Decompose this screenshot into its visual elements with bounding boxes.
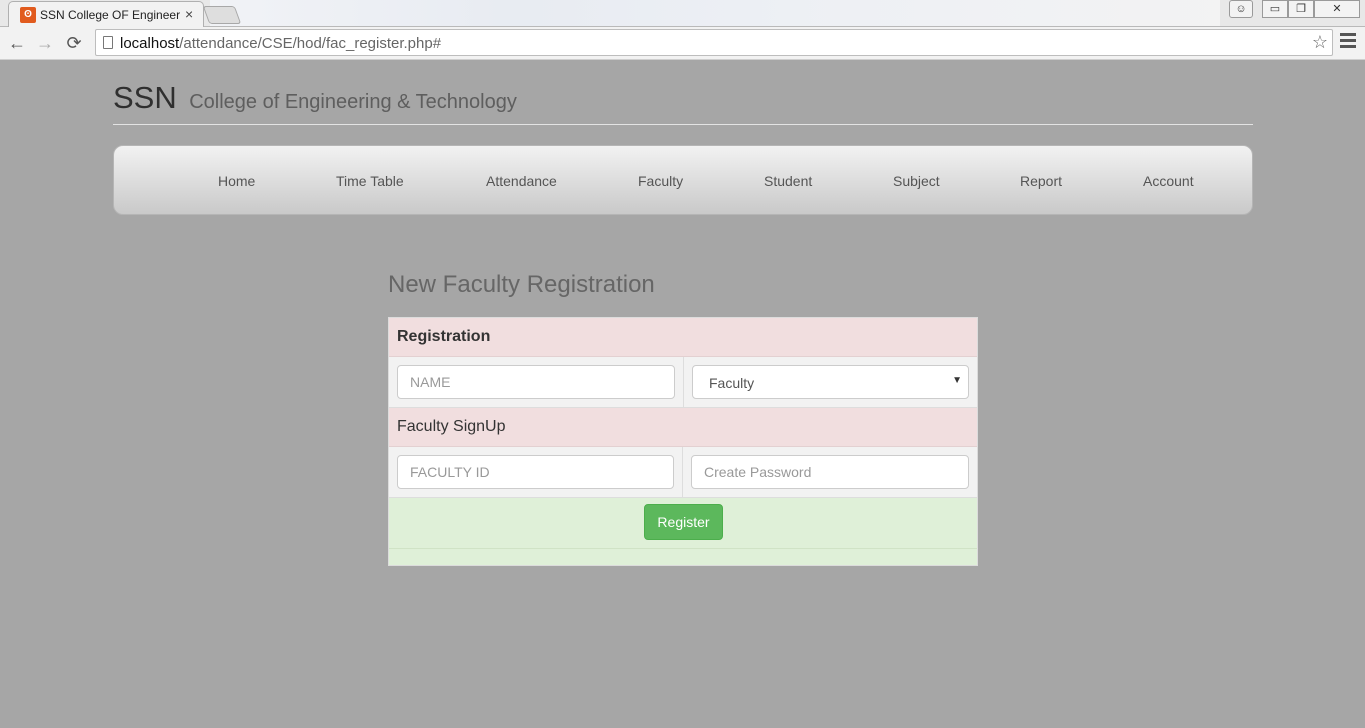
xampp-favicon-icon: ʘ [20, 7, 36, 23]
dropdown-arrow-icon: ▼ [952, 375, 962, 386]
credentials-row [389, 447, 977, 498]
registration-form: Registration Faculty ▼ Faculty SignUp Re… [388, 317, 978, 566]
nav-home[interactable]: Home [218, 173, 255, 189]
reload-icon[interactable]: ⟳ [63, 32, 85, 54]
back-arrow-icon[interactable]: ← [6, 32, 28, 54]
tabstrip-background [210, 0, 1220, 26]
maximize-button[interactable]: ❐ [1288, 0, 1314, 18]
page-title: New Faculty Registration [388, 271, 655, 298]
tab-close-icon[interactable]: × [185, 6, 193, 22]
browser-tab[interactable]: ʘ SSN College OF Engineering × [8, 1, 204, 27]
nav-attendance[interactable]: Attendance [486, 173, 557, 189]
nav-student[interactable]: Student [764, 173, 812, 189]
signup-section-header: Faculty SignUp [397, 418, 506, 435]
header-divider [113, 124, 1253, 125]
tab-title: SSN College OF Engineering [40, 8, 180, 22]
password-input[interactable] [691, 455, 969, 489]
name-input[interactable] [397, 365, 675, 399]
brand-title: SSN [113, 80, 177, 115]
form-footer-row [389, 549, 977, 565]
register-button[interactable]: Register [644, 504, 723, 540]
close-window-button[interactable]: ✕ [1314, 0, 1360, 18]
role-select[interactable]: Faculty ▼ [692, 365, 969, 399]
url-text: localhost/attendance/CSE/hod/fac_registe… [120, 35, 441, 52]
url-path: /attendance/CSE/hod/fac_register.php# [179, 35, 442, 52]
url-host: localhost [120, 35, 180, 52]
form-section-header: Registration [397, 328, 491, 345]
submit-row: Register [389, 498, 977, 549]
bookmark-star-icon[interactable]: ☆ [1312, 32, 1328, 53]
nav-faculty[interactable]: Faculty [638, 173, 683, 189]
cell-divider [682, 447, 683, 498]
minimize-button[interactable]: ▭ [1262, 0, 1288, 18]
signup-header-row: Faculty SignUp [389, 408, 977, 447]
nav-account[interactable]: Account [1143, 173, 1194, 189]
profile-icon[interactable]: ☺ [1229, 0, 1253, 18]
form-header-row: Registration [389, 318, 977, 357]
main-navbar: Home Time Table Attendance Faculty Stude… [113, 145, 1253, 215]
site-brand: SSN College of Engineering & Technology [113, 80, 517, 116]
cell-divider [683, 357, 684, 408]
nav-time-table[interactable]: Time Table [336, 173, 404, 189]
browser-tabstrip: ʘ SSN College OF Engineering × ☺ ▭ ❐ ✕ [0, 0, 1365, 27]
browser-menu-icon[interactable] [1340, 33, 1356, 51]
browser-toolbar: ← → ⟳ localhost/attendance/CSE/hod/fac_r… [0, 27, 1365, 60]
forward-arrow-icon[interactable]: → [34, 32, 56, 54]
name-role-row: Faculty ▼ [389, 357, 977, 408]
brand-subtitle: College of Engineering & Technology [189, 91, 517, 113]
nav-subject[interactable]: Subject [893, 173, 940, 189]
nav-report[interactable]: Report [1020, 173, 1062, 189]
new-tab-button[interactable] [202, 6, 242, 24]
role-select-value: Faculty [709, 375, 755, 391]
address-bar[interactable]: localhost/attendance/CSE/hod/fac_registe… [95, 29, 1333, 56]
faculty-id-input[interactable] [397, 455, 674, 489]
page-icon [103, 36, 113, 49]
